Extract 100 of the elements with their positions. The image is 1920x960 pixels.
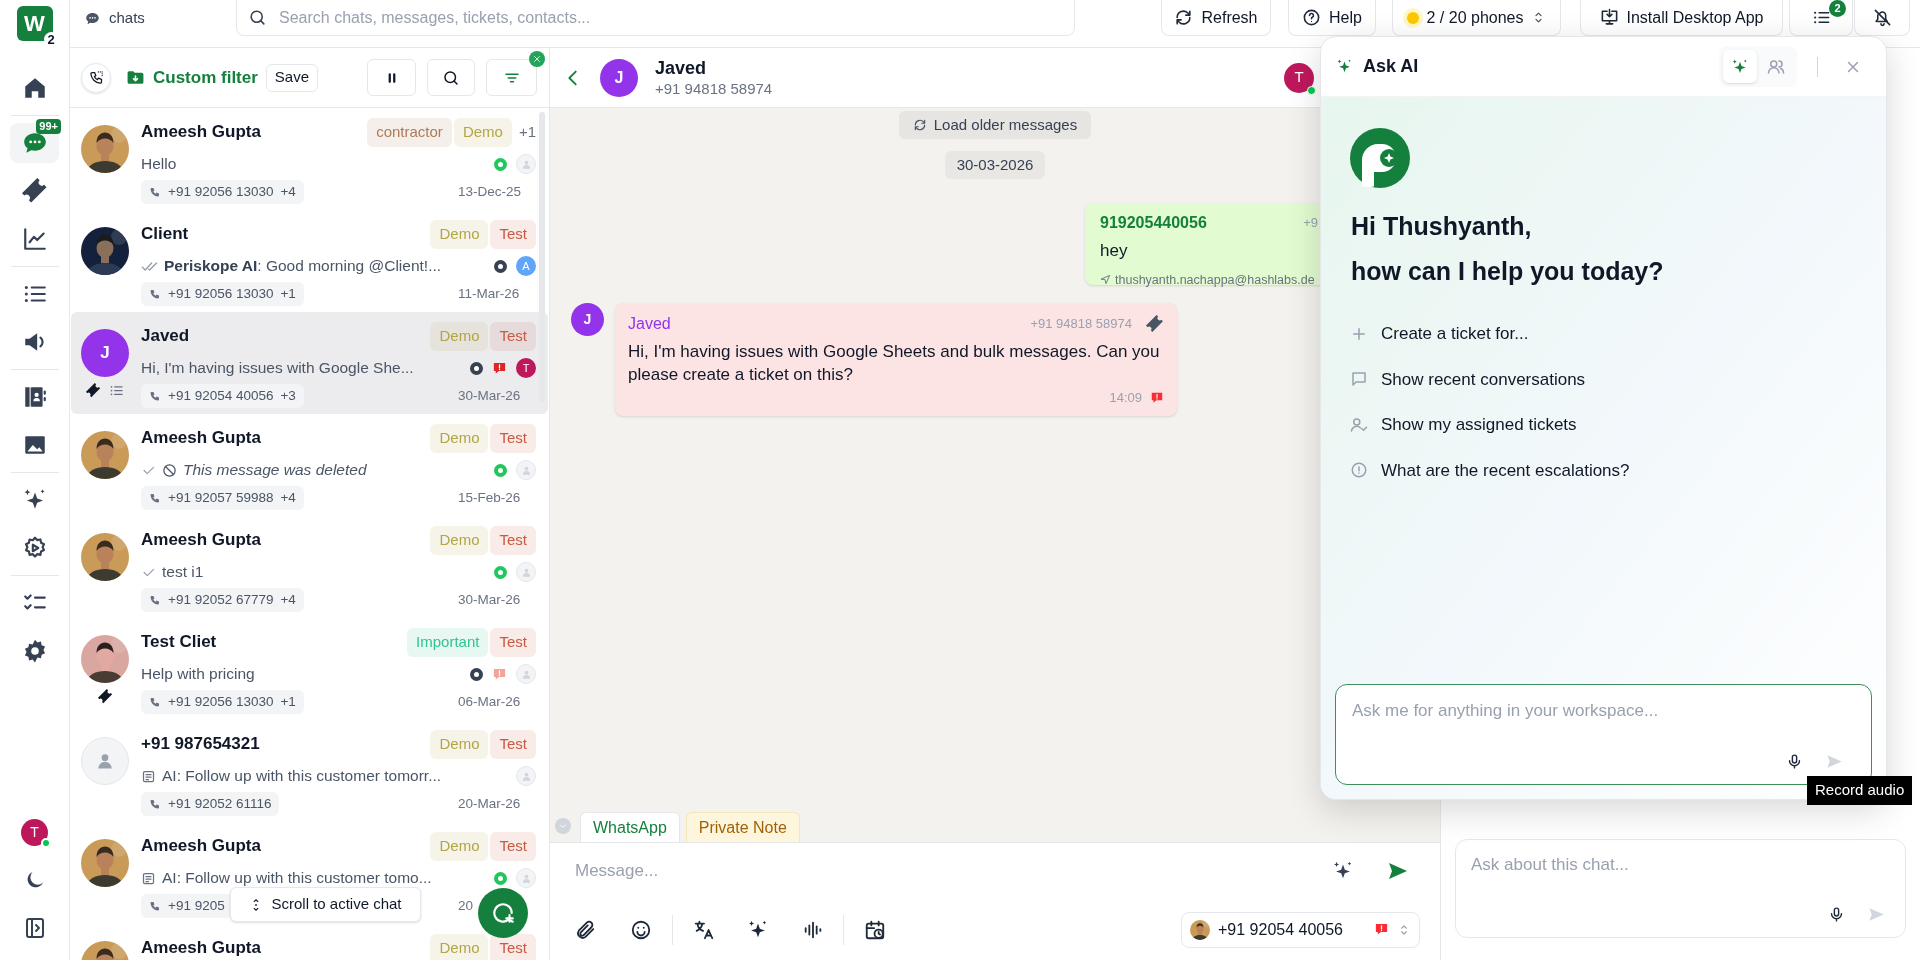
download-monitor-icon bbox=[1599, 8, 1619, 27]
icon-button[interactable] bbox=[1854, 0, 1910, 36]
phone-number: +91 92052 67779 bbox=[168, 590, 274, 609]
tag: contractor bbox=[367, 117, 452, 147]
line-chart-icon[interactable] bbox=[21, 226, 48, 252]
panel-title: Ask AI bbox=[1363, 55, 1419, 78]
prohibited-icon bbox=[162, 462, 177, 478]
date-label: 30-03-2026 bbox=[944, 151, 1046, 179]
search-field[interactable]: Search chats, messages, tickets, contacts... bbox=[236, 0, 1075, 36]
send-icon bbox=[1100, 274, 1111, 286]
tag: Demo bbox=[430, 423, 489, 453]
chat-date: 13-Dec-25 bbox=[458, 182, 522, 201]
refresh-icon bbox=[1174, 8, 1194, 27]
alert-circle-icon bbox=[1350, 461, 1368, 480]
ask-input-field[interactable]: Ask me for anything in your workspace... bbox=[1335, 684, 1872, 785]
message-text: Hi, I'm having issues with Google Sheets and bulk messages. Can you please create a ticket on this? bbox=[628, 341, 1161, 386]
phone-selector[interactable]: +91 92054 40056 bbox=[1181, 911, 1420, 948]
sender-avatar: J bbox=[571, 303, 604, 336]
message-preview: AI: Follow up with this customer tomorr... bbox=[162, 766, 442, 787]
scroll-to-active-button[interactable]: Scroll to active chat bbox=[230, 887, 421, 922]
composer-tab[interactable]: WhatsApp bbox=[580, 812, 680, 842]
composer-tab[interactable]: Private Note bbox=[685, 812, 800, 842]
microphone-icon[interactable] bbox=[1828, 906, 1845, 923]
phone-icon bbox=[149, 798, 161, 810]
tag: Test bbox=[490, 933, 536, 960]
toolbar-button[interactable]: Install Desktop App bbox=[1580, 0, 1783, 36]
extra-count: +3 bbox=[280, 386, 296, 405]
assignee-avatar: T bbox=[516, 358, 536, 378]
contact-name: Ameesh Gupta bbox=[141, 427, 261, 450]
flag-icon bbox=[1150, 390, 1164, 405]
load-older-button[interactable]: Load older messages bbox=[898, 111, 1092, 139]
sender-phone: +91 94818 58974 bbox=[1030, 315, 1132, 334]
contact-phone: +91 94818 58974 bbox=[655, 78, 773, 99]
ask-chat-field[interactable]: Ask about this chat... bbox=[1455, 839, 1906, 938]
tag: Demo bbox=[430, 729, 489, 759]
message-preview: AI: Follow up with this customer tomo... bbox=[162, 868, 432, 889]
contact-name: Javed bbox=[655, 56, 708, 79]
tag: Test bbox=[490, 525, 536, 555]
flag-icon bbox=[1374, 922, 1389, 937]
sender-name: Javed bbox=[628, 314, 671, 334]
extra-count: +1 bbox=[280, 692, 296, 711]
message-time: 14:09 bbox=[1109, 389, 1142, 407]
tag: Test bbox=[490, 219, 536, 249]
suggestion-item[interactable]: What are the recent escalations? bbox=[1350, 447, 1886, 493]
tooltip: Record audio bbox=[1807, 776, 1913, 805]
user-check-icon bbox=[1350, 415, 1368, 434]
note-icon bbox=[141, 768, 156, 784]
sender-name: 919205440056 bbox=[1100, 213, 1207, 233]
sent-by: thushyanth.nachappa@hashlabs.de bbox=[1115, 271, 1315, 289]
suggestion-item[interactable]: Show my assigned tickets bbox=[1350, 402, 1886, 448]
chat-date: 06-Mar-26 bbox=[458, 692, 521, 711]
extra-count: +1 bbox=[280, 284, 296, 303]
mode-toggle[interactable] bbox=[1723, 50, 1757, 83]
save-button[interactable]: Save bbox=[265, 63, 319, 92]
flag-icon bbox=[492, 360, 507, 376]
translate-icon[interactable] bbox=[693, 918, 715, 941]
chat-plus-icon bbox=[490, 900, 516, 926]
phone-icon bbox=[149, 594, 161, 606]
contact-name: Ameesh Gupta bbox=[141, 121, 261, 144]
suggestion-item[interactable]: Create a ticket for... bbox=[1350, 311, 1886, 357]
chat-date: 30-Mar-26 bbox=[458, 590, 521, 609]
ticket-icon[interactable] bbox=[21, 178, 48, 204]
user-avatar[interactable]: T bbox=[21, 818, 48, 846]
message-preview: Periskope AI: Good morning @Client!... bbox=[164, 256, 442, 277]
search-icon bbox=[248, 8, 267, 27]
tag: Test bbox=[490, 729, 536, 759]
page-title: chats bbox=[109, 7, 145, 28]
phone-icon bbox=[149, 288, 161, 300]
toolbar-button[interactable]: Refresh bbox=[1161, 0, 1271, 36]
message-text: hey bbox=[1100, 240, 1129, 262]
toolbar-button[interactable]: Help bbox=[1288, 0, 1376, 36]
suggestion-item[interactable]: Show recent conversations bbox=[1350, 356, 1886, 402]
toolbar-button[interactable]: 2 / 20 phones bbox=[1392, 0, 1561, 36]
contact-name: Ameesh Gupta bbox=[141, 835, 261, 858]
extra-count: +4 bbox=[280, 590, 296, 609]
emoji-icon[interactable] bbox=[630, 918, 652, 941]
calendar-clock-icon[interactable] bbox=[864, 918, 886, 941]
agent-avatar[interactable]: T bbox=[1284, 62, 1314, 93]
chat-date: 30-Mar-26 bbox=[458, 386, 521, 405]
tag: Demo bbox=[430, 831, 489, 861]
paperclip-icon[interactable] bbox=[574, 918, 596, 941]
people-icon bbox=[1767, 57, 1785, 76]
clear-filter-badge[interactable] bbox=[529, 51, 545, 67]
phone-icon bbox=[149, 900, 161, 912]
message-input[interactable]: Message... bbox=[575, 858, 1332, 884]
icon-button[interactable]: 2 bbox=[1789, 0, 1853, 36]
phone-number: +91 92054 40056 bbox=[168, 386, 274, 405]
count-badge: 2 bbox=[1829, 0, 1846, 17]
chat-row[interactable]: J Javed Demo Test Hi, I'm having issues with Google She... T +91 92054 40056 +3 30-Mar-26 bbox=[71, 312, 548, 414]
search-button[interactable] bbox=[427, 59, 475, 96]
assistant-logo bbox=[1350, 128, 1410, 188]
sender-phone: +9 bbox=[1303, 214, 1318, 233]
scrollbar[interactable] bbox=[539, 112, 545, 402]
pause-button[interactable] bbox=[367, 59, 416, 96]
microphone-icon[interactable] bbox=[1786, 753, 1803, 770]
contact-name: Ameesh Gupta bbox=[141, 529, 261, 552]
person-icon bbox=[95, 751, 115, 771]
custom-filter-button[interactable]: Custom filter bbox=[126, 64, 258, 91]
more-tags-count: +1 bbox=[518, 121, 536, 142]
ticket-icon[interactable] bbox=[1146, 315, 1164, 333]
